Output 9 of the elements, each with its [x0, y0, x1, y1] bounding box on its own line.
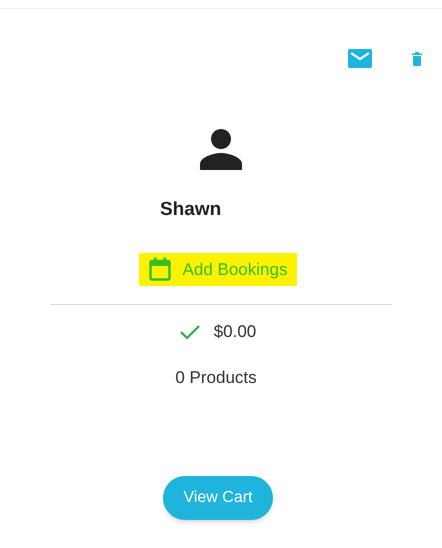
- cart-total: $0.00: [214, 321, 256, 343]
- customer-name: Shawn: [160, 199, 222, 220]
- add-bookings-link[interactable]: Add Bookings: [138, 252, 298, 286]
- mail-icon[interactable]: [348, 49, 372, 68]
- product-count: 0 Products: [175, 366, 257, 388]
- trash-icon[interactable]: [412, 52, 422, 66]
- person-icon: [200, 128, 242, 170]
- calendar-icon: [148, 257, 171, 282]
- view-cart-button[interactable]: View Cart: [163, 476, 273, 520]
